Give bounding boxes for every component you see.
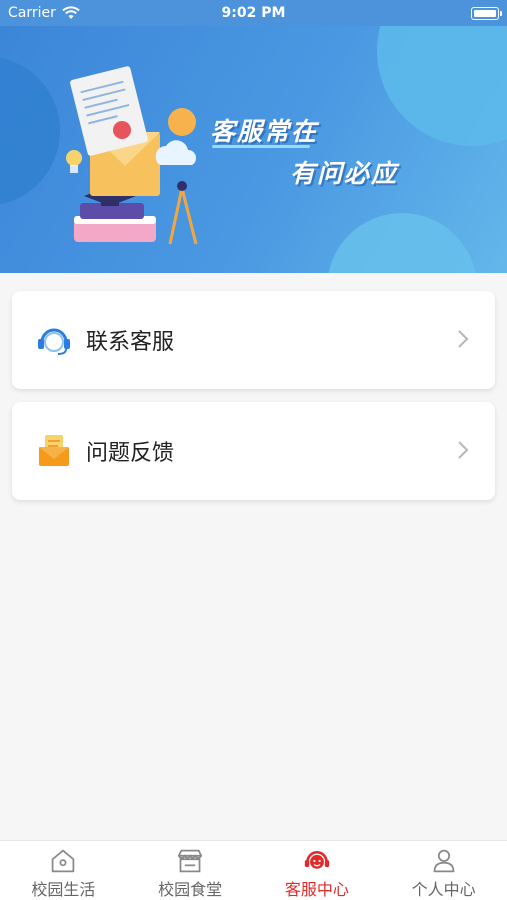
tab-canteen[interactable]: 校园食堂 (127, 841, 254, 900)
chevron-right-icon (458, 441, 469, 459)
tab-campus-life[interactable]: 校园生活 (0, 841, 127, 900)
slogan-line-2: 有问必应 (290, 159, 399, 188)
feedback-label: 问题反馈 (86, 441, 175, 466)
tab-label: 个人中心 (411, 880, 476, 899)
tab-label: 校园食堂 (158, 880, 223, 899)
slogan-underline (212, 145, 310, 148)
banner-blob (0, 56, 60, 206)
tab-label: 校园生活 (31, 880, 96, 899)
hero-banner: 客服常在 有问必应 (0, 26, 507, 273)
tab-label: 客服中心 (284, 880, 349, 899)
slogan-line-1: 客服常在 (210, 117, 319, 146)
bottom-tab-bar: 校园生活 校园食堂 客服中心 个人中心 (0, 840, 507, 900)
feedback-item[interactable]: 问题反馈 (12, 402, 495, 500)
contact-service-item[interactable]: 联系客服 (12, 291, 495, 389)
banner-blob (327, 213, 477, 273)
person-icon (433, 849, 455, 873)
chevron-right-icon (458, 330, 469, 348)
headset-icon (304, 851, 330, 869)
mail-icon (39, 435, 69, 466)
banner-illustration (66, 66, 198, 245)
clock: 9:02 PM (221, 5, 286, 21)
shop-icon (177, 849, 203, 873)
contact-service-label: 联系客服 (86, 330, 175, 355)
tab-service-center[interactable]: 客服中心 (254, 841, 381, 900)
tab-profile[interactable]: 个人中心 (380, 841, 507, 900)
headset-icon (38, 328, 70, 355)
banner-blob (377, 26, 507, 146)
battery-icon (471, 7, 502, 20)
home-icon (52, 849, 75, 873)
status-bar: Carrier 9:02 PM (0, 0, 507, 26)
